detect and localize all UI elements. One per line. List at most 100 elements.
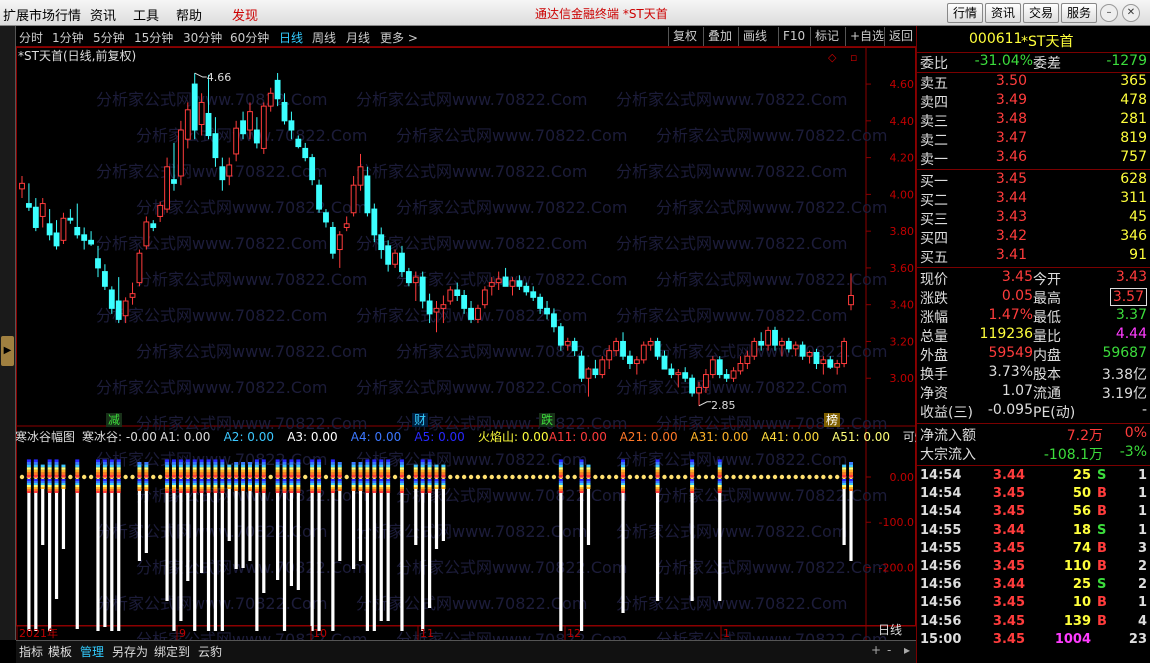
candle-body[interactable] xyxy=(198,101,205,126)
candle-body[interactable] xyxy=(212,133,219,159)
period-8[interactable]: 月线 xyxy=(346,29,370,46)
menu-help[interactable]: 帮助 xyxy=(176,5,202,24)
candle-body[interactable] xyxy=(150,223,157,228)
candle-body[interactable] xyxy=(723,374,730,379)
candle-body[interactable] xyxy=(60,217,67,241)
candle-body[interactable] xyxy=(627,355,633,365)
tool-4[interactable]: 标记 xyxy=(810,27,843,46)
kline-chart[interactable]: 分析家公式网www.70822.Com 分析家公式网www.70822.Com 分析… xyxy=(16,47,916,640)
period-6[interactable]: 日线 xyxy=(279,29,303,46)
trade-button[interactable]: 交易 xyxy=(1023,3,1060,23)
candle-body[interactable] xyxy=(253,129,260,144)
candle-body[interactable] xyxy=(592,368,599,376)
candle-body[interactable] xyxy=(647,340,654,346)
tool-3[interactable]: F10 xyxy=(778,27,809,46)
candle-body[interactable] xyxy=(806,351,813,357)
menu-discover[interactable]: 发现 xyxy=(232,5,258,24)
tab-cloud[interactable]: 云豹 xyxy=(198,643,222,660)
candle-body[interactable] xyxy=(164,166,170,210)
scroll-right-icon[interactable]: ▸ xyxy=(904,643,910,657)
tool-6[interactable]: 返回 xyxy=(884,27,917,46)
candle-body[interactable] xyxy=(544,307,550,315)
menu-tools[interactable]: 工具 xyxy=(133,5,159,24)
candle-body[interactable] xyxy=(530,291,537,298)
candle-body[interactable] xyxy=(309,157,316,181)
candle-body[interactable] xyxy=(613,340,620,352)
candle-body[interactable] xyxy=(108,289,115,309)
candle-body[interactable] xyxy=(184,109,191,140)
candle-body[interactable] xyxy=(606,350,613,361)
candle-body[interactable] xyxy=(357,166,364,186)
expand-arrow-icon[interactable]: ▶ xyxy=(1,336,14,366)
candle-body[interactable] xyxy=(599,359,606,376)
candle-body[interactable] xyxy=(378,234,385,251)
candle-body[interactable] xyxy=(323,212,329,223)
candle-body[interactable] xyxy=(516,280,523,287)
candle-body[interactable] xyxy=(709,359,716,376)
candle-body[interactable] xyxy=(703,374,709,388)
candle-body[interactable] xyxy=(329,226,336,254)
settings-icon[interactable]: ◇ xyxy=(828,51,837,64)
candle-body[interactable] xyxy=(461,294,468,309)
period-0[interactable]: 分时 xyxy=(19,29,43,46)
candle-body[interactable] xyxy=(274,79,281,100)
candle-body[interactable] xyxy=(716,359,723,376)
candle-body[interactable] xyxy=(454,289,461,296)
candle-body[interactable] xyxy=(744,355,751,365)
period-9[interactable]: 更多 > xyxy=(380,29,418,46)
candle-body[interactable] xyxy=(537,296,544,309)
candle-body[interactable] xyxy=(405,271,412,284)
candle-body[interactable] xyxy=(343,223,350,228)
candle-body[interactable] xyxy=(74,226,81,236)
tab-bind-to[interactable]: 绑定到 xyxy=(154,643,190,660)
candle-body[interactable] xyxy=(778,340,785,346)
candle-body[interactable] xyxy=(95,258,101,269)
tool-0[interactable]: 复权 xyxy=(668,27,701,46)
candle-body[interactable] xyxy=(281,101,288,122)
candle-body[interactable] xyxy=(758,340,765,346)
candle-body[interactable] xyxy=(751,340,758,357)
candle-body[interactable] xyxy=(468,307,474,320)
candle-body[interactable] xyxy=(67,217,74,221)
candle-body[interactable] xyxy=(585,368,592,379)
candle-body[interactable] xyxy=(233,127,240,155)
zoom-in-icon[interactable]: + xyxy=(871,643,881,657)
tab-manage[interactable]: 管理 xyxy=(80,643,104,660)
candle-body[interactable] xyxy=(191,83,198,131)
candle-body[interactable] xyxy=(696,386,702,394)
minimize-icon[interactable]: – xyxy=(1100,4,1118,22)
service-button[interactable]: 服务 xyxy=(1061,3,1098,23)
candle-body[interactable] xyxy=(737,363,744,372)
candle-body[interactable] xyxy=(260,105,267,149)
candle-body[interactable] xyxy=(336,234,343,251)
candle-body[interactable] xyxy=(523,285,530,293)
candle-body[interactable] xyxy=(578,355,585,379)
candle-body[interactable] xyxy=(668,368,675,376)
quote-button[interactable]: 行情 xyxy=(947,3,984,23)
candle-body[interactable] xyxy=(564,340,571,346)
period-1[interactable]: 1分钟 xyxy=(52,29,84,46)
close-icon[interactable]: ✕ xyxy=(1122,4,1140,22)
candle-body[interactable] xyxy=(267,92,274,107)
candle-body[interactable] xyxy=(177,129,184,177)
candle-body[interactable] xyxy=(240,120,246,135)
period-2[interactable]: 5分钟 xyxy=(93,29,125,46)
candle-body[interactable] xyxy=(654,340,661,357)
candle-body[interactable] xyxy=(827,359,834,368)
tab-template[interactable]: 模板 xyxy=(48,643,72,660)
candle-body[interactable] xyxy=(129,293,136,298)
candle-body[interactable] xyxy=(115,300,122,320)
period-5[interactable]: 60分钟 xyxy=(230,29,269,46)
candle-body[interactable] xyxy=(39,203,46,217)
candle-body[interactable] xyxy=(689,377,696,394)
candle-body[interactable] xyxy=(834,363,841,368)
period-3[interactable]: 15分钟 xyxy=(134,29,173,46)
candle-body[interactable] xyxy=(799,344,806,357)
candle-body[interactable] xyxy=(25,203,32,208)
candle-body[interactable] xyxy=(288,120,295,131)
candle-body[interactable] xyxy=(571,340,578,352)
candle-body[interactable] xyxy=(509,280,516,287)
candle-body[interactable] xyxy=(419,276,426,302)
menu-extended-market[interactable]: 扩展市场行情 xyxy=(3,5,81,24)
candle-body[interactable] xyxy=(433,307,440,313)
